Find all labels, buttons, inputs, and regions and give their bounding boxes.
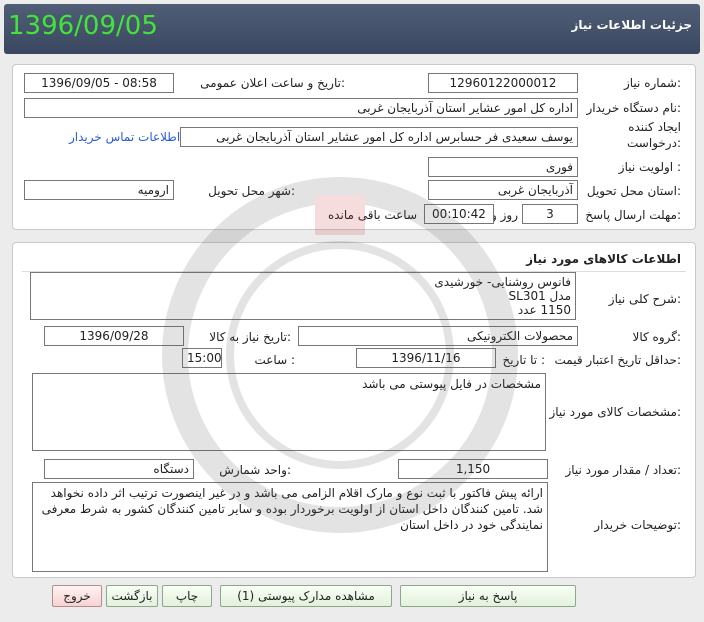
goods-section-title: اطلاعات کالاهای مورد نیاز bbox=[526, 252, 681, 266]
priority-field: فوری bbox=[428, 157, 578, 177]
until-date-label: تا تاریخ : bbox=[502, 353, 545, 367]
announce-field: 1396/09/05 - 08:58 bbox=[24, 73, 174, 93]
quantity-field: 1,150 bbox=[398, 459, 548, 479]
buyer-notes-label: توضیحات خریدار: bbox=[594, 518, 681, 532]
buyer-org-field: اداره کل امور عشایر استان آذربایجان غربی bbox=[24, 98, 578, 118]
city-label: شهر محل تحویل: bbox=[208, 184, 295, 198]
group-label: گروه کالا: bbox=[632, 330, 682, 344]
until-date-field: 1396/11/16 bbox=[356, 348, 496, 368]
hour-field: 15:00 bbox=[182, 348, 222, 368]
description-line-2: مدل SL301 bbox=[508, 289, 571, 303]
days-field: 3 bbox=[522, 204, 578, 224]
page-title: جزئیات اطلاعات نیاز bbox=[571, 18, 692, 32]
deadline-label: مهلت ارسال پاسخ: bbox=[585, 208, 681, 222]
need-date-field: 1396/09/28 bbox=[44, 326, 184, 346]
exit-button[interactable]: خروج bbox=[52, 585, 102, 607]
unit-label: واحد شمارش: bbox=[219, 463, 291, 477]
specs-field: مشخصات در فایل پیوستی می باشد bbox=[32, 373, 546, 451]
requester-label-2: درخواست: bbox=[627, 136, 681, 150]
quantity-label: تعداد / مقدار مورد نیاز: bbox=[565, 463, 681, 477]
description-line-3: 1150 عدد bbox=[517, 303, 571, 317]
time-left-label: ساعت باقی مانده bbox=[327, 208, 417, 222]
description-line-1: فانوس روشنایی- خورشیدی bbox=[434, 275, 571, 289]
announce-label: تاریخ و ساعت اعلان عمومی: bbox=[200, 76, 345, 90]
buyer-contact-link[interactable]: اطلاعات تماس خریدار bbox=[69, 130, 180, 144]
group-field: محصولات الکترونیکی bbox=[298, 326, 578, 346]
view-attachments-button[interactable]: مشاهده مدارک پیوستی (1) bbox=[220, 585, 392, 607]
print-button[interactable]: چاپ bbox=[162, 585, 212, 607]
days-label: روز و bbox=[491, 208, 518, 222]
hour-label: ساعت : bbox=[254, 353, 295, 367]
specs-label: مشخصات کالای مورد نیاز: bbox=[549, 405, 681, 419]
buyer-org-label: نام دستگاه خریدار: bbox=[586, 101, 682, 115]
requester-label-1: ایجاد کننده bbox=[628, 120, 681, 134]
requester-field: یوسف سعیدی فر حسابرس اداره کل امور عشایر… bbox=[180, 127, 578, 147]
description-field: فانوس روشنایی- خورشیدی مدل SL301 1150 عد… bbox=[30, 272, 576, 320]
description-label: شرح کلی نیاز: bbox=[608, 292, 681, 306]
reply-button[interactable]: پاسخ به نیاز bbox=[400, 585, 576, 607]
price-validity-label: حداقل تاریخ اعتبار قیمت: bbox=[554, 353, 681, 367]
buyer-notes-field: ارائه پیش فاکتور با ثبت نوع و مارک اقلام… bbox=[32, 482, 548, 572]
header-date: 1396/09/05 bbox=[8, 11, 158, 41]
province-label: استان محل تحویل: bbox=[586, 184, 681, 198]
need-number-field: 12960122000012 bbox=[428, 73, 578, 93]
province-field: آذربایجان غربی bbox=[428, 180, 578, 200]
need-number-label: شماره نیاز: bbox=[623, 76, 681, 90]
back-button[interactable]: بازگشت bbox=[106, 585, 158, 607]
priority-label: اولویت نیاز : bbox=[618, 160, 681, 174]
need-date-label: تاریخ نیاز به کالا: bbox=[209, 330, 291, 344]
unit-field: دستگاه bbox=[44, 459, 194, 479]
time-left-field: 00:10:42 bbox=[424, 204, 494, 224]
city-field: ارومیه bbox=[24, 180, 174, 200]
